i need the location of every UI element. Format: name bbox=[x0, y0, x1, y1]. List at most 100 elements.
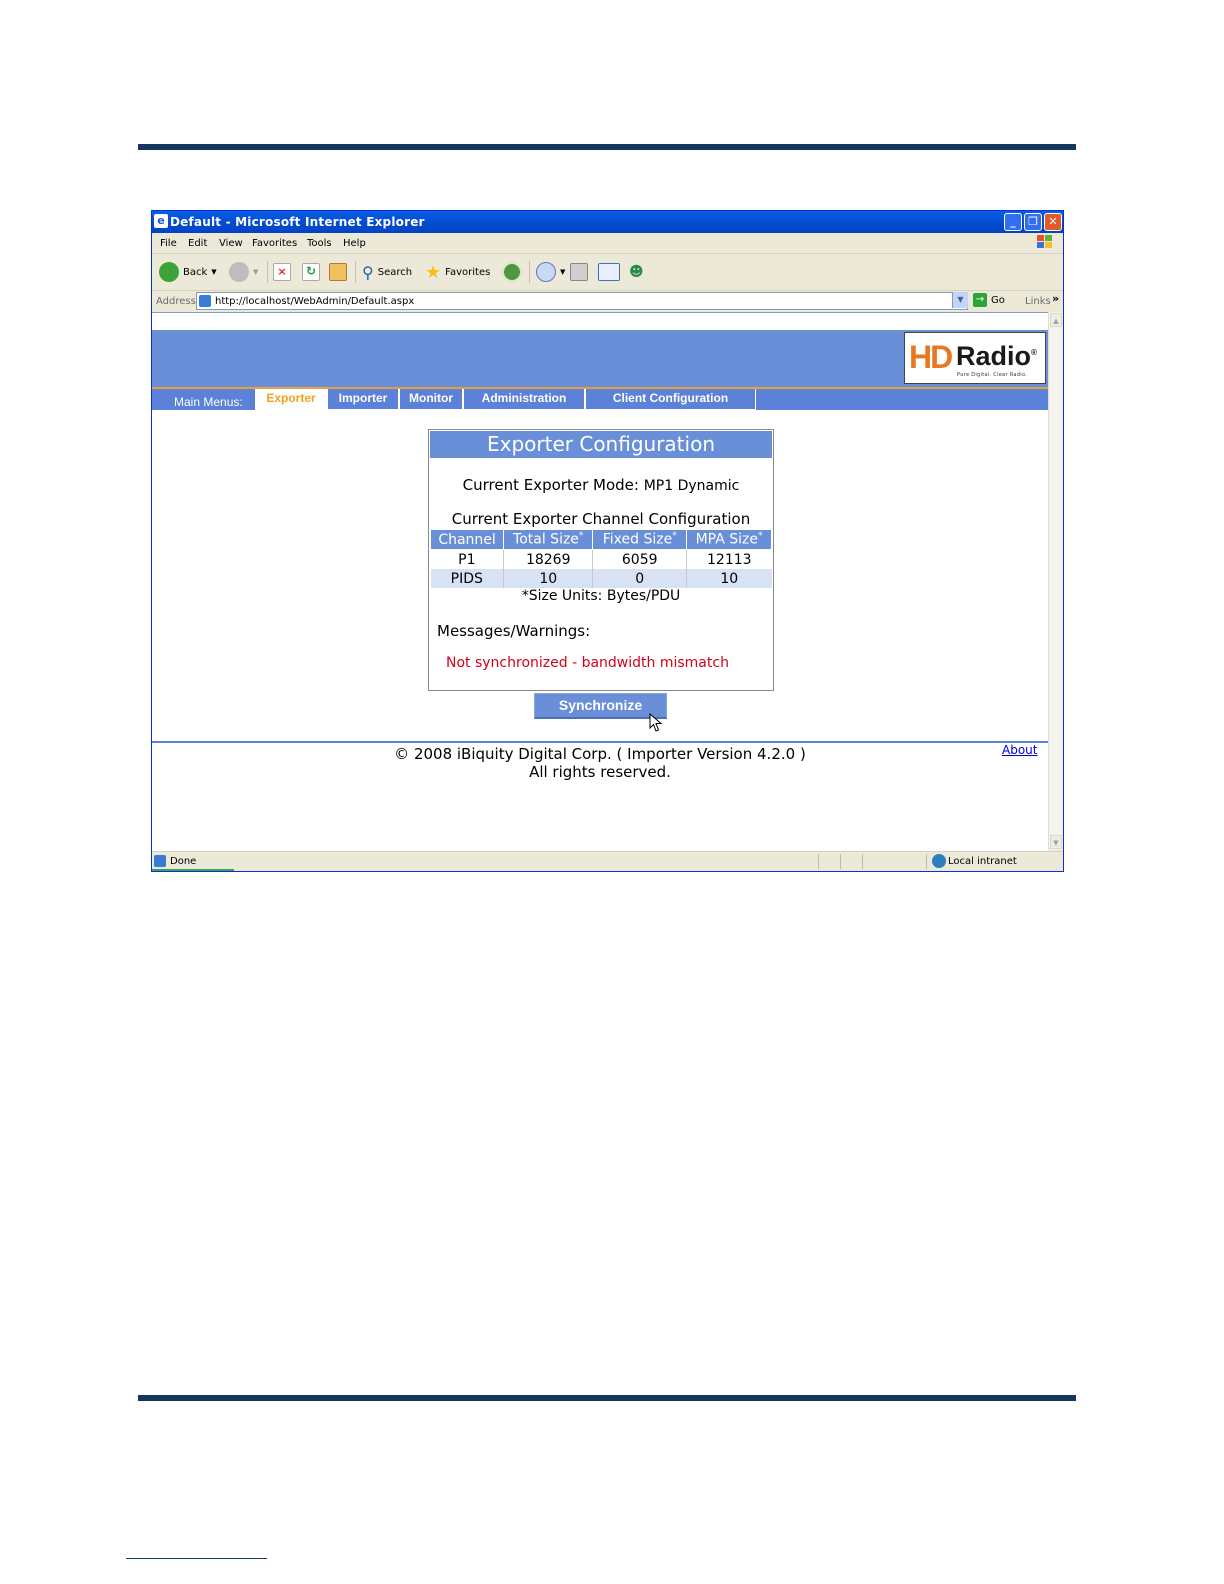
tab-exporter[interactable]: Exporter bbox=[255, 389, 327, 410]
tab-importer[interactable]: Importer bbox=[327, 389, 399, 410]
home-button[interactable] bbox=[329, 261, 347, 283]
windows-flag-icon bbox=[1037, 235, 1053, 249]
table-cell: 0 bbox=[592, 569, 687, 588]
stop-icon: × bbox=[273, 263, 291, 281]
mail-dropdown-icon[interactable]: ▼ bbox=[560, 268, 565, 276]
refresh-button[interactable]: ↻ bbox=[302, 261, 320, 283]
toolbar-separator bbox=[267, 261, 268, 283]
address-input[interactable]: http://localhost/WebAdmin/Default.aspx bbox=[196, 292, 968, 310]
ie-page-icon: e bbox=[154, 214, 168, 228]
mail-icon bbox=[536, 262, 556, 282]
forward-button[interactable]: ▼ bbox=[229, 261, 258, 283]
edit-button[interactable] bbox=[598, 261, 620, 283]
copyright-text: © 2008 iBiquity Digital Corp. ( Importer… bbox=[394, 745, 806, 763]
links-chevron-icon[interactable]: » bbox=[1052, 292, 1059, 305]
mode-value: MP1 Dynamic bbox=[643, 478, 740, 494]
table-cell: 10 bbox=[686, 569, 772, 588]
back-arrow-icon bbox=[159, 262, 179, 282]
page-icon bbox=[199, 295, 211, 307]
tab-administration[interactable]: Administration bbox=[463, 389, 585, 410]
footnote-separator bbox=[126, 1558, 267, 1559]
home-icon bbox=[329, 263, 347, 281]
column-header: Total Size* bbox=[503, 529, 594, 550]
go-button[interactable]: → Go bbox=[973, 293, 1005, 307]
minimize-button[interactable]: _ bbox=[1004, 213, 1022, 231]
links-label[interactable]: Links bbox=[1025, 296, 1051, 307]
vertical-scrollbar[interactable]: ▲ ▼ bbox=[1048, 312, 1063, 850]
address-bar: Address http://localhost/WebAdmin/Defaul… bbox=[152, 291, 1063, 312]
stop-button[interactable]: × bbox=[273, 261, 291, 283]
logo-radio-text: Radio® bbox=[956, 341, 1037, 371]
status-bar: Done Local intranet bbox=[152, 851, 1063, 871]
table-cell: 6059 bbox=[592, 549, 687, 569]
column-header: Channel bbox=[429, 529, 505, 550]
menu-file[interactable]: File bbox=[160, 238, 177, 249]
main-menus-label: Main Menus: bbox=[174, 395, 243, 409]
refresh-icon: ↻ bbox=[302, 263, 320, 281]
table-row: PIDS 10 0 10 bbox=[430, 569, 772, 588]
toolbar-separator bbox=[355, 261, 356, 283]
status-text: Done bbox=[170, 856, 197, 867]
security-zone: Local intranet bbox=[948, 856, 1017, 867]
mode-label: Current Exporter Mode: bbox=[462, 476, 639, 494]
footer-rule bbox=[152, 741, 1048, 743]
back-label: Back bbox=[183, 266, 208, 278]
logo-hd-text: HD bbox=[909, 339, 953, 375]
menu-favorites[interactable]: Favorites bbox=[252, 238, 297, 249]
menu-help[interactable]: Help bbox=[343, 238, 366, 249]
header-banner: HD Radio® Pure Digital. Clear Radio. bbox=[152, 330, 1048, 387]
favorites-button[interactable]: ★ Favorites bbox=[425, 261, 490, 283]
back-button[interactable]: Back ▼ bbox=[159, 261, 217, 283]
table-row: P1 18269 6059 12113 bbox=[431, 549, 772, 569]
search-button[interactable]: ⚲ Search bbox=[362, 261, 412, 283]
hd-radio-logo: HD Radio® Pure Digital. Clear Radio. bbox=[904, 332, 1046, 384]
messenger-button[interactable]: ☻ bbox=[629, 261, 644, 283]
table-header-row: Channel Total Size* Fixed Size* MPA Size… bbox=[429, 529, 772, 550]
column-header: MPA Size* bbox=[686, 529, 772, 550]
close-button[interactable]: ✕ bbox=[1044, 213, 1062, 231]
favorites-label: Favorites bbox=[445, 266, 491, 278]
about-link[interactable]: About bbox=[1002, 743, 1037, 757]
mail-button[interactable]: ▼ bbox=[536, 261, 565, 283]
menu-edit[interactable]: Edit bbox=[188, 238, 207, 249]
title-bar[interactable]: e Default - Microsoft Internet Explorer … bbox=[152, 211, 1063, 233]
go-label: Go bbox=[991, 294, 1005, 306]
table-cell: 10 bbox=[503, 569, 593, 588]
menu-bar: File Edit View Favorites Tools Help bbox=[152, 233, 1063, 254]
document-footer-rule bbox=[138, 1395, 1076, 1401]
standard-toolbar: Back ▼ ▼ × ↻ ⚲ Search ★ Favorites ▼ ☻ bbox=[152, 254, 1063, 291]
forward-dropdown-icon[interactable]: ▼ bbox=[253, 268, 258, 276]
search-icon: ⚲ bbox=[362, 262, 374, 282]
address-label: Address bbox=[156, 296, 196, 307]
menu-view[interactable]: View bbox=[219, 238, 243, 249]
column-header: Fixed Size* bbox=[592, 529, 688, 550]
synchronize-button[interactable]: Synchronize bbox=[534, 693, 667, 719]
scroll-down-icon[interactable]: ▼ bbox=[1050, 835, 1062, 849]
exporter-mode: Current Exporter Mode: MP1 Dynamic bbox=[429, 476, 773, 494]
print-icon bbox=[570, 263, 588, 281]
status-divider bbox=[926, 854, 927, 869]
print-button[interactable] bbox=[570, 261, 588, 283]
back-dropdown-icon[interactable]: ▼ bbox=[211, 268, 216, 276]
menu-tools[interactable]: Tools bbox=[307, 238, 332, 249]
warning-message: Not synchronized - bandwidth mismatch bbox=[446, 655, 729, 671]
table-cell: 12113 bbox=[686, 549, 772, 569]
exporter-config-panel: Exporter Configuration Current Exporter … bbox=[428, 429, 774, 691]
intranet-zone-icon bbox=[932, 854, 946, 868]
edit-icon bbox=[598, 263, 620, 281]
tab-client-configuration[interactable]: Client Configuration bbox=[585, 389, 756, 410]
restore-button[interactable]: ❐ bbox=[1024, 213, 1042, 231]
tab-monitor[interactable]: Monitor bbox=[399, 389, 463, 410]
messenger-icon: ☻ bbox=[629, 264, 644, 280]
table-cell: 18269 bbox=[503, 549, 593, 569]
status-divider bbox=[862, 854, 863, 869]
history-button[interactable] bbox=[502, 261, 522, 283]
main-menu-bar: Main Menus: Exporter Importer Monitor Ad… bbox=[152, 387, 1048, 410]
rights-text: All rights reserved. bbox=[529, 763, 671, 781]
address-dropdown-icon[interactable]: ▼ bbox=[952, 292, 968, 308]
status-divider bbox=[840, 854, 841, 869]
history-icon bbox=[502, 262, 522, 282]
scroll-up-icon[interactable]: ▲ bbox=[1050, 313, 1062, 327]
channel-config-title: Current Exporter Channel Configuration bbox=[451, 510, 751, 528]
document-header-rule bbox=[138, 144, 1076, 150]
